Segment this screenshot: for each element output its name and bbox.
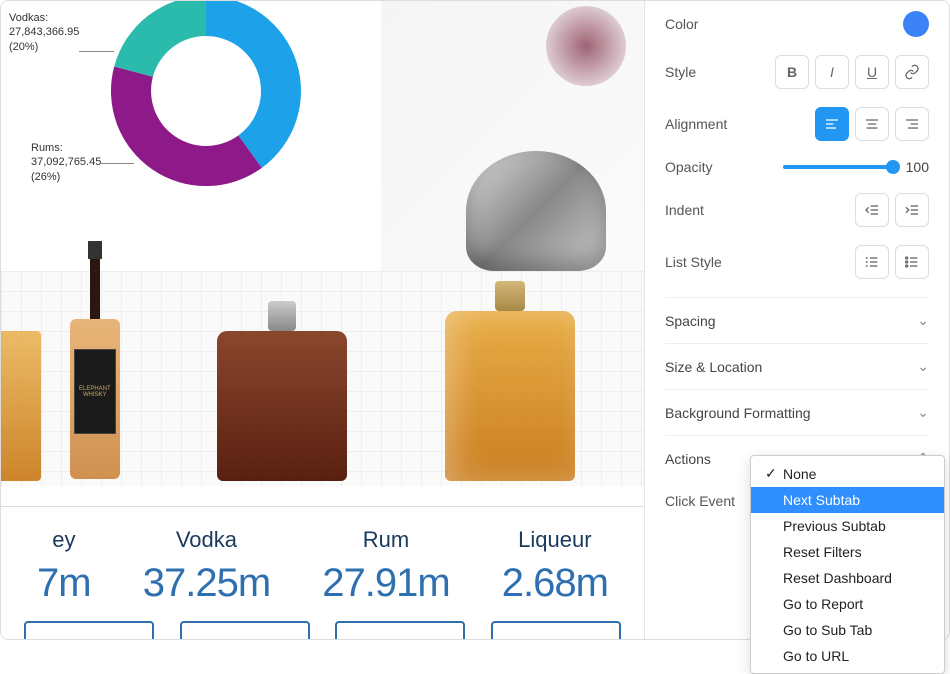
bottle-row: ELEPHANT WHISKY xyxy=(1,231,644,481)
stat-card: Rum 27.91m xyxy=(322,527,449,606)
bottle-rum xyxy=(217,301,347,481)
dropdown-item-reset-dashboard[interactable]: Reset Dashboard xyxy=(751,565,944,591)
section-label: Size & Location xyxy=(665,359,762,375)
stat-name: ey xyxy=(37,527,91,553)
color-label: Color xyxy=(665,16,698,32)
stat-name: Vodka xyxy=(143,527,270,553)
click-event-label: Click Event xyxy=(665,493,735,509)
list-ordered-button[interactable] xyxy=(855,245,889,279)
bottle-liqueur xyxy=(445,281,575,481)
stat-card: Liqueur 2.68m xyxy=(502,527,608,606)
opacity-label: Opacity xyxy=(665,159,712,175)
stat-button[interactable] xyxy=(335,621,465,639)
stat-button[interactable] xyxy=(24,621,154,639)
click-event-dropdown[interactable]: ✓None Next Subtab Previous Subtab Reset … xyxy=(750,455,945,674)
align-right-button[interactable] xyxy=(895,107,929,141)
dropdown-item-go-to-report[interactable]: Go to Report xyxy=(751,591,944,617)
chevron-down-icon: ⌄ xyxy=(917,358,929,375)
donut-label-rums: Rums: 37,092,765.45 (26%) xyxy=(31,141,101,184)
slider-thumb-icon[interactable] xyxy=(886,160,900,174)
stat-card: ey 7m xyxy=(37,527,91,606)
link-button[interactable] xyxy=(895,55,929,89)
donut-label-vodkas: Vodkas: 27,843,366.95 (20%) xyxy=(9,11,79,54)
stats-row: ey 7m Vodka 37.25m Rum 27.91m Liqueur 2.… xyxy=(1,506,644,606)
chevron-down-icon: ⌄ xyxy=(917,312,929,329)
align-center-button[interactable] xyxy=(855,107,889,141)
section-label: Actions xyxy=(665,451,711,467)
donut-leader-line xyxy=(79,51,114,52)
donut-leader-line xyxy=(99,163,134,164)
bold-button[interactable]: B xyxy=(775,55,809,89)
dropdown-item-previous-subtab[interactable]: Previous Subtab xyxy=(751,513,944,539)
dropdown-item-none[interactable]: ✓None xyxy=(751,460,944,487)
stat-button[interactable] xyxy=(180,621,310,639)
donut-chart xyxy=(81,1,331,216)
section-label: Spacing xyxy=(665,313,716,329)
bottle-whisky: ELEPHANT WHISKY xyxy=(70,241,120,481)
list-style-label: List Style xyxy=(665,254,722,270)
italic-button[interactable]: I xyxy=(815,55,849,89)
section-spacing[interactable]: Spacing ⌄ xyxy=(665,297,929,343)
dashboard-canvas: Vodkas: 27,843,366.95 (20%) Rums: 37,092… xyxy=(1,1,644,639)
align-left-button[interactable] xyxy=(815,107,849,141)
underline-button[interactable]: U xyxy=(855,55,889,89)
opacity-value: 100 xyxy=(901,159,929,175)
stat-card: Vodka 37.25m xyxy=(143,527,270,606)
section-label: Background Formatting xyxy=(665,405,811,421)
opacity-slider[interactable] xyxy=(783,165,893,169)
dropdown-item-go-to-sub-tab[interactable]: Go to Sub Tab xyxy=(751,617,944,643)
stat-name: Liqueur xyxy=(502,527,608,553)
stat-button[interactable] xyxy=(491,621,621,639)
dropdown-item-reset-filters[interactable]: Reset Filters xyxy=(751,539,944,565)
style-label: Style xyxy=(665,64,696,80)
dropdown-item-next-subtab[interactable]: Next Subtab xyxy=(751,487,944,513)
stat-value: 7m xyxy=(37,561,91,606)
stat-value: 27.91m xyxy=(322,561,449,606)
check-icon: ✓ xyxy=(765,465,777,482)
bottle-label: ELEPHANT WHISKY xyxy=(74,349,116,434)
section-background-formatting[interactable]: Background Formatting ⌄ xyxy=(665,389,929,435)
dropdown-item-go-to-url[interactable]: Go to URL xyxy=(751,643,944,669)
alignment-label: Alignment xyxy=(665,116,727,132)
section-size-location[interactable]: Size & Location ⌄ xyxy=(665,343,929,389)
stat-value: 2.68m xyxy=(502,561,608,606)
indent-label: Indent xyxy=(665,202,704,218)
list-bullet-button[interactable] xyxy=(895,245,929,279)
color-swatch[interactable] xyxy=(903,11,929,37)
indent-increase-button[interactable] xyxy=(895,193,929,227)
stat-value: 37.25m xyxy=(143,561,270,606)
stat-name: Rum xyxy=(322,527,449,553)
indent-decrease-button[interactable] xyxy=(855,193,889,227)
chevron-down-icon: ⌄ xyxy=(917,404,929,421)
